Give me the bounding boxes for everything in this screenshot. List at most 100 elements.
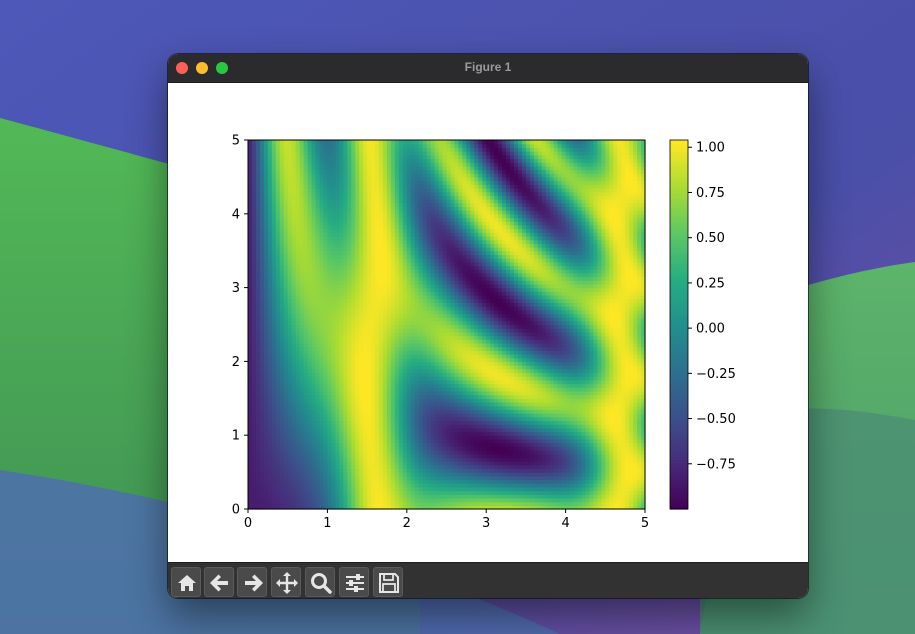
heatmap-cell — [633, 398, 638, 403]
heatmap-cell — [339, 494, 344, 499]
heatmap-cell — [474, 490, 479, 495]
heatmap-cell — [335, 331, 340, 337]
heatmap-cell — [263, 446, 269, 451]
heatmap-cell — [637, 416, 642, 422]
heatmap-cell — [537, 472, 543, 477]
heatmap-cell — [490, 464, 495, 470]
heatmap-cell — [355, 424, 360, 429]
heatmap-cell — [470, 461, 475, 466]
heatmap-cell — [450, 328, 456, 333]
heatmap-cell — [529, 346, 535, 351]
heatmap-cell — [394, 420, 400, 425]
heatmap-cell — [430, 335, 436, 340]
heatmap-cell — [601, 457, 606, 462]
heatmap-cell — [498, 350, 503, 355]
heatmap-cell — [478, 331, 483, 337]
heatmap-cell — [474, 427, 479, 433]
heatmap-cell — [422, 387, 428, 392]
heatmap-cell — [446, 357, 452, 362]
heatmap-cell — [442, 394, 448, 399]
heatmap-cell — [557, 354, 563, 359]
heatmap-cell — [295, 372, 301, 377]
heatmap-cell — [506, 427, 511, 433]
heatmap-cell — [466, 431, 471, 436]
heatmap-cell — [621, 339, 626, 344]
heatmap-cell — [367, 342, 372, 348]
heatmap-cell — [494, 449, 499, 455]
heatmap-cell — [311, 494, 317, 499]
heatmap-cell — [557, 409, 563, 414]
heatmap-cell — [351, 442, 356, 447]
heatmap-cell — [498, 494, 503, 499]
heatmap-cell — [434, 354, 440, 359]
heatmap-cell — [430, 328, 436, 333]
heatmap-cell — [347, 461, 352, 466]
heatmap-cell — [541, 376, 547, 381]
heatmap-cell — [529, 365, 535, 370]
heatmap-cell — [339, 435, 344, 440]
heatmap-cell — [529, 335, 535, 340]
heatmap-cell — [597, 368, 602, 374]
heatmap-cell — [394, 431, 400, 436]
heatmap-cell — [613, 339, 618, 344]
heatmap-cell — [565, 468, 571, 473]
heatmap-cell — [402, 379, 408, 385]
heatmap-cell — [521, 497, 527, 503]
heatmap-cell — [323, 368, 328, 374]
heatmap-cell — [315, 342, 321, 348]
heatmap-cell — [450, 387, 456, 392]
heatmap-cell — [382, 501, 388, 506]
heatmap-cell — [438, 387, 444, 392]
heatmap-cell — [319, 346, 325, 351]
figure-window: Figure 1 012345 012345 1.00 0.75 0.50 0.25 0… — [168, 54, 808, 598]
heatmap-cell — [510, 442, 515, 447]
heatmap-cell — [605, 398, 610, 403]
heatmap-cell — [601, 435, 606, 440]
heatmap-cell — [553, 501, 559, 506]
heatmap-cell — [271, 398, 277, 403]
heatmap-cell — [331, 449, 336, 455]
heatmap-cell — [410, 368, 416, 374]
heatmap-cell — [613, 420, 618, 425]
heatmap-cell — [430, 424, 436, 429]
heatmap-cell — [319, 472, 325, 477]
heatmap-cell — [339, 357, 344, 362]
heatmap-cell — [637, 339, 642, 344]
heatmap-cell — [351, 468, 356, 473]
heatmap-cell — [525, 413, 531, 418]
heatmap-cell — [394, 475, 400, 481]
heatmap-cell — [319, 365, 325, 370]
heatmap-cell — [390, 464, 396, 470]
heatmap-cell — [565, 501, 571, 506]
title-bar[interactable]: Figure 1 — [168, 54, 808, 83]
figure-canvas[interactable]: 012345 012345 1.00 0.75 0.50 0.25 0.00 −0.25−… — [168, 83, 808, 562]
heatmap-cell — [343, 475, 348, 481]
heatmap-cell — [633, 379, 638, 385]
heatmap-cell — [597, 328, 602, 333]
heatmap-cell — [637, 409, 642, 414]
heatmap-cell — [593, 324, 598, 329]
heatmap-cell — [617, 368, 622, 374]
heatmap-cell — [434, 376, 440, 381]
heatmap-cell — [494, 413, 499, 418]
heatmap-cell — [438, 501, 444, 506]
heatmap-cell — [470, 486, 475, 492]
heatmap-cell — [319, 357, 325, 362]
heatmap-cell — [323, 376, 328, 381]
heatmap-cell — [490, 405, 495, 410]
heatmap-cell — [446, 494, 452, 499]
heatmap-cell — [343, 387, 348, 392]
heatmap-cell — [402, 446, 408, 451]
heatmap-cell — [267, 424, 273, 429]
heatmap-cell — [486, 390, 491, 396]
heatmap-cell — [275, 483, 281, 488]
heatmap-cell — [367, 361, 372, 366]
heatmap-cell — [474, 398, 479, 403]
heatmap-cell — [398, 479, 404, 484]
heatmap-cell — [287, 431, 293, 436]
heatmap-cell — [577, 435, 583, 440]
heatmap-cell — [613, 479, 618, 484]
heatmap-cell — [482, 427, 487, 433]
heatmap-cell — [517, 365, 523, 370]
heatmap-cell — [331, 350, 336, 355]
